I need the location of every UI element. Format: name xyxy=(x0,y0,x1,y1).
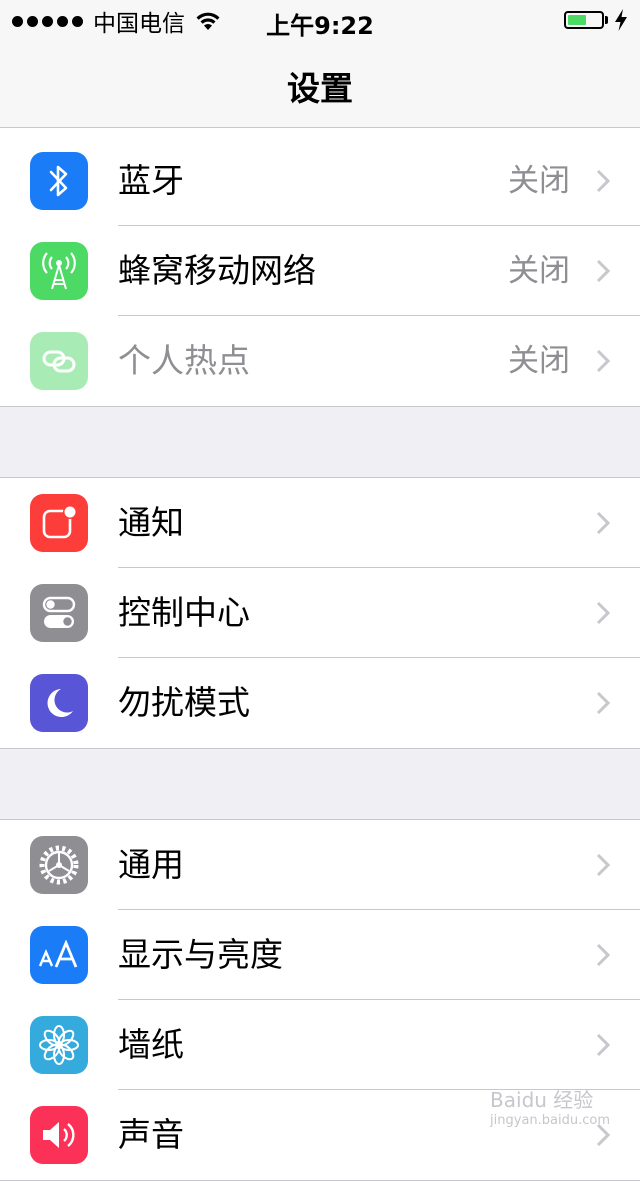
chevron-right-icon xyxy=(596,349,610,373)
battery-cap xyxy=(605,16,608,24)
notification-icon xyxy=(30,494,88,552)
settings-group-connectivity: 蓝牙 关闭 蜂窝移动网络 关闭 个人热点 关闭 xyxy=(0,128,640,407)
settings-row-label: 蜂窝移动网络 xyxy=(118,251,316,290)
settings-row-notifications[interactable]: 通知 xyxy=(0,478,640,568)
control-center-icon xyxy=(30,584,88,642)
settings-row-wallpaper[interactable]: 墙纸 xyxy=(0,1000,640,1090)
settings-group-notifications: 通知 控制中心 勿扰模式 xyxy=(0,477,640,749)
settings-row-label: 通用 xyxy=(118,845,184,884)
status-time: 上午9:22 xyxy=(266,12,374,40)
settings-row-value: 关闭 xyxy=(508,343,570,379)
settings-row-do-not-disturb[interactable]: 勿扰模式 xyxy=(0,658,640,748)
watermark-text: Baidu 经验 xyxy=(490,1088,594,1112)
chevron-right-icon xyxy=(596,1033,610,1057)
settings-row-label: 墙纸 xyxy=(118,1025,184,1064)
chevron-right-icon xyxy=(596,259,610,283)
baidu-jingyan-watermark: Baidu 经验 jingyan.baidu.com xyxy=(490,1084,610,1128)
settings-row-label: 勿扰模式 xyxy=(118,683,250,722)
settings-row-label: 个人热点 xyxy=(118,341,250,380)
settings-row-general[interactable]: 通用 xyxy=(0,820,640,910)
moon-icon xyxy=(30,674,88,732)
status-bar: 中国电信 上午9:22 xyxy=(0,0,640,44)
navigation-bar: 设置 xyxy=(0,44,640,128)
chevron-right-icon xyxy=(596,943,610,967)
settings-row-bluetooth[interactable]: 蓝牙 关闭 xyxy=(0,136,640,226)
status-bar-right xyxy=(564,9,628,31)
cellular-antenna-icon xyxy=(30,242,88,300)
wallpaper-flower-icon xyxy=(30,1016,88,1074)
chevron-right-icon xyxy=(596,601,610,625)
settings-row-value: 关闭 xyxy=(508,253,570,289)
watermark-subtext: jingyan.baidu.com xyxy=(490,1113,610,1128)
text-size-icon xyxy=(30,926,88,984)
settings-row-label: 蓝牙 xyxy=(118,161,184,200)
chevron-right-icon xyxy=(596,511,610,535)
settings-row-value: 关闭 xyxy=(508,163,570,199)
settings-list: 蓝牙 关闭 蜂窝移动网络 关闭 个人热点 关闭 通知 控制中心 勿扰模式 通用 … xyxy=(0,128,640,1181)
settings-row-label: 通知 xyxy=(118,503,184,542)
bluetooth-icon xyxy=(30,152,88,210)
battery-level-fill xyxy=(568,15,586,25)
hotspot-chain-icon xyxy=(30,332,88,390)
charging-bolt-icon xyxy=(615,9,627,31)
settings-row-label: 显示与亮度 xyxy=(118,935,283,974)
settings-row-label: 控制中心 xyxy=(118,593,250,632)
gear-icon xyxy=(30,836,88,894)
settings-row-display-brightness[interactable]: 显示与亮度 xyxy=(0,910,640,1000)
settings-row-control-center[interactable]: 控制中心 xyxy=(0,568,640,658)
settings-row-personal-hotspot[interactable]: 个人热点 关闭 xyxy=(0,316,640,406)
settings-row-label: 声音 xyxy=(118,1115,184,1154)
battery-icon xyxy=(564,11,604,29)
settings-row-cellular[interactable]: 蜂窝移动网络 关闭 xyxy=(0,226,640,316)
speaker-icon xyxy=(30,1106,88,1164)
page-title: 设置 xyxy=(287,69,353,108)
chevron-right-icon xyxy=(596,853,610,877)
chevron-right-icon xyxy=(596,169,610,193)
chevron-right-icon xyxy=(596,691,610,715)
